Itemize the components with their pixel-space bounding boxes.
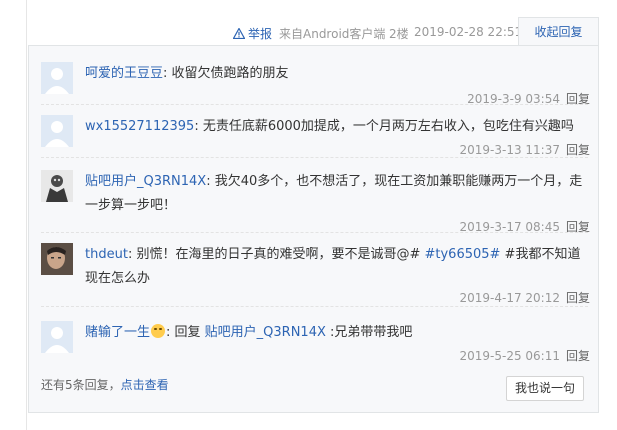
reply-username[interactable]: 赌输了一生 — [85, 325, 150, 340]
reply-meta: 2019-4-17 20:12 回复 — [459, 289, 590, 306]
divider — [41, 232, 588, 234]
reply-text: 呵爱的王豆豆: 收留欠债跑路的朋友 — [85, 62, 585, 86]
reply-content: :兄弟带带我吧 — [325, 325, 413, 340]
floor-number: 2楼 — [389, 27, 409, 41]
divider — [41, 306, 588, 308]
reply-username[interactable]: 呵爱的王豆豆 — [85, 66, 163, 81]
reply-content: : 无责任底薪6000加提成，一个月两万左右收入，包吃住有兴趣吗 — [194, 119, 574, 134]
default-avatar-icon[interactable] — [41, 115, 73, 147]
reply-username[interactable]: wx15527112395 — [85, 119, 194, 134]
divider — [41, 104, 588, 106]
reply-item: wx15527112395: 无责任底薪6000加提成，一个月两万左右收入，包吃… — [41, 115, 590, 167]
report-button[interactable]: 举报 — [233, 25, 272, 42]
reply-time: 2019-3-13 11:37 — [459, 143, 560, 157]
default-avatar-icon[interactable] — [41, 62, 73, 94]
collapse-replies-button[interactable]: 收起回复 — [518, 17, 599, 46]
user-photo-icon[interactable] — [41, 243, 73, 275]
reply-meta: 2019-3-13 11:37 回复 — [459, 141, 590, 158]
view-more-link[interactable]: 点击查看 — [121, 378, 169, 392]
reply-content: : 别慌！在海里的日子真的难受啊，要不是诚哥@# — [127, 247, 425, 262]
warning-icon — [233, 28, 245, 39]
reply-button[interactable]: 回复 — [566, 291, 590, 305]
reply-text: 贴吧用户_Q3RN14X: 我欠40多个，也不想活了，现在工资加兼职能赚两万一个… — [85, 170, 585, 218]
reply-to-user-link[interactable]: 贴吧用户_Q3RN14X — [205, 325, 326, 340]
reply-text: 赌输了一生 : 回复 贴吧用户_Q3RN14X :兄弟带带我吧 — [85, 321, 585, 345]
reply-content: : 回复 — [166, 325, 205, 340]
user-photo-icon[interactable] — [41, 170, 73, 202]
reply-panel: 呵爱的王豆豆: 收留欠债跑路的朋友 2019-3-9 03:54 回复 wx155… — [28, 45, 599, 413]
reply-item: 贴吧用户_Q3RN14X: 我欠40多个，也不想活了，现在工资加兼职能赚两万一个… — [41, 170, 590, 240]
reply-username[interactable]: 贴吧用户_Q3RN14X — [85, 174, 206, 189]
reply-item: 赌输了一生 : 回复 贴吧用户_Q3RN14X :兄弟带带我吧 2019-5-25… — [41, 321, 590, 373]
divider — [41, 157, 588, 159]
content-left-border — [26, 0, 27, 430]
more-replies: 还有5条回复，点击查看 — [41, 376, 169, 393]
reply-content: : 收留欠债跑路的朋友 — [163, 66, 289, 81]
client-source[interactable]: 来自Android客户端 — [279, 25, 385, 42]
reply-username[interactable]: thdeut — [85, 247, 128, 262]
reply-button[interactable]: 回复 — [566, 349, 590, 363]
reply-item: thdeut: 别慌！在海里的日子真的难受啊，要不是诚哥@# #ty66505#… — [41, 243, 590, 313]
post-time: 2019-02-28 22:51 — [414, 25, 523, 39]
reply-time: 2019-4-17 20:12 — [459, 291, 560, 305]
post-meta-bar: 举报 来自Android客户端 2楼 2019-02-28 22:51 收起回复 — [0, 0, 617, 46]
report-label: 举报 — [248, 27, 273, 41]
reply-button[interactable]: 回复 — [566, 143, 590, 157]
reply-time: 2019-5-25 06:11 — [459, 349, 560, 363]
reply-meta: 2019-5-25 06:11 回复 — [459, 347, 590, 364]
reply-text: wx15527112395: 无责任底薪6000加提成，一个月两万左右收入，包吃… — [85, 115, 585, 139]
reply-tag-link[interactable]: #ty66505# — [424, 247, 500, 262]
reply-text: thdeut: 别慌！在海里的日子真的难受啊，要不是诚哥@# #ty66505#… — [85, 243, 585, 291]
more-replies-text: 还有5条回复， — [41, 378, 121, 392]
default-avatar-icon[interactable] — [41, 321, 73, 353]
reply-too-button[interactable]: 我也说一句 — [506, 376, 584, 401]
smile-emoji-icon — [151, 324, 166, 338]
reply-item: 呵爱的王豆豆: 收留欠债跑路的朋友 2019-3-9 03:54 回复 — [41, 62, 590, 114]
